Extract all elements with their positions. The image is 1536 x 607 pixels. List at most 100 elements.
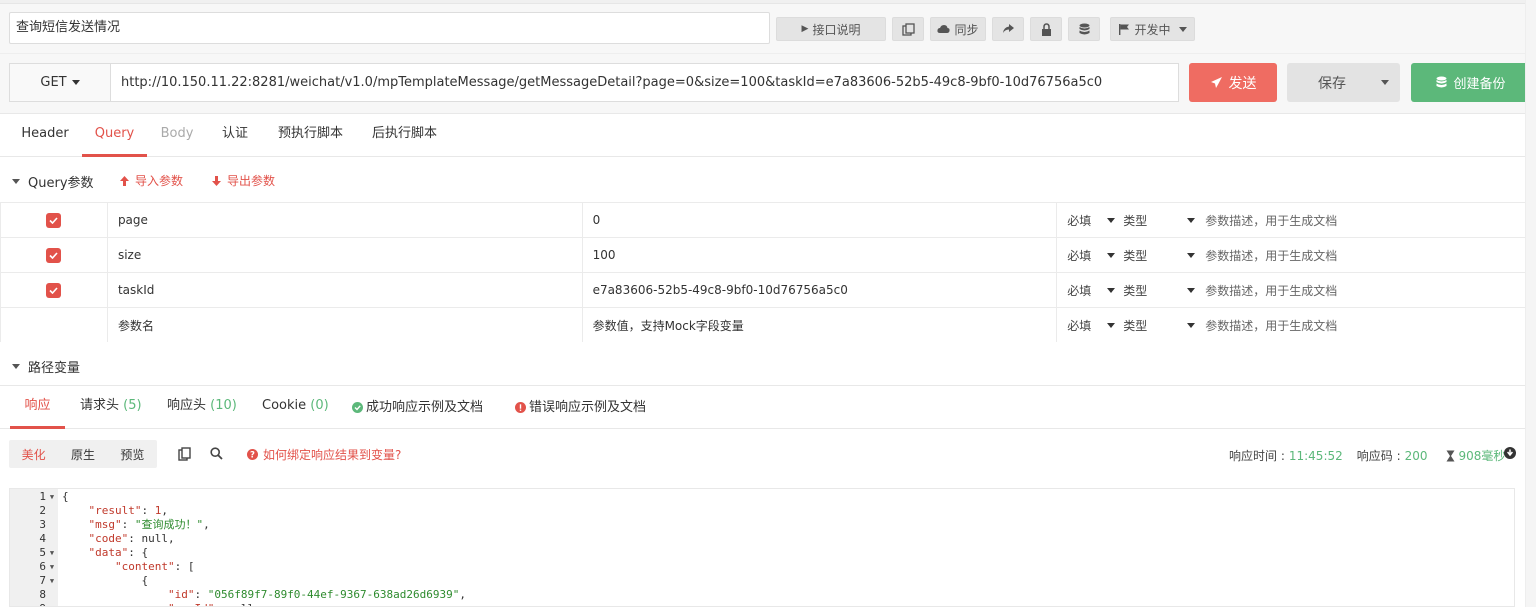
response-code-editor[interactable]: 1 ▼{2 "result": 1, 3 "msg": "查询成功！", 4 "cod… (9, 488, 1515, 607)
code-line: 4 "code": null, (10, 532, 1510, 546)
line-number: 6 (39, 560, 46, 573)
search-response-button[interactable] (210, 447, 223, 464)
code-lines: 1 ▼{2 "result": 1, 3 "msg": "查询成功！", 4 "cod… (10, 490, 1510, 606)
code-line: 6 ▼ "content": [ (10, 560, 1510, 574)
line-number: 4 (39, 532, 46, 545)
method-select[interactable]: GET (9, 63, 111, 102)
response-meta: 响应时间 : 11:45:52 响应码 : 200 908毫秒 (1229, 448, 1506, 464)
check-icon (49, 251, 59, 259)
required-select[interactable]: 必填 (1067, 282, 1107, 299)
response-time: 11:45:52 (1288, 448, 1343, 463)
tab-response-headers[interactable]: 响应头 (10) (167, 386, 237, 429)
code-text: "content": [ (114, 560, 195, 573)
format-raw[interactable]: 原生 (71, 446, 95, 463)
type-select[interactable]: 类型 (1123, 317, 1187, 334)
tab-success-doc[interactable]: 成功响应示例及文档 (352, 386, 483, 429)
api-doc-button[interactable]: ▶ 接口说明 (776, 17, 886, 41)
type-select[interactable]: 类型 (1123, 212, 1187, 229)
tab-request-headers[interactable]: 请求头 (5) (80, 386, 142, 429)
fold-toggle-icon[interactable]: ▼ (46, 574, 58, 588)
param-desc-input[interactable]: 参数描述，用于生成文档 (1205, 317, 1337, 334)
code-text: "msgId": null, (58, 602, 261, 606)
param-name-input[interactable]: page (106, 202, 583, 238)
code-text: { (62, 574, 149, 587)
caret-down-icon (1107, 217, 1116, 223)
param-value-input[interactable]: 参数值，支持Mock字段变量 (581, 307, 1058, 343)
required-select[interactable]: 必填 (1067, 212, 1107, 229)
sync-button[interactable]: 同步 (930, 17, 986, 41)
param-value-input[interactable]: e7a83606-52b5-49c8-9bf0-10d76756a5c0 (581, 272, 1058, 308)
param-name-input[interactable]: taskId (106, 272, 583, 308)
param-desc-input[interactable]: 参数描述，用于生成文档 (1205, 282, 1337, 299)
arrow-down-icon (212, 175, 221, 186)
svg-text:?: ? (250, 451, 255, 460)
checkbox-checked[interactable] (46, 282, 62, 298)
caret-down-icon (12, 179, 20, 184)
checkbox-checked[interactable] (46, 212, 62, 228)
copy-response-button[interactable] (178, 447, 191, 465)
code-line: 8 "id": "056f89f7-89f0-44ef-9367-638ad26… (10, 588, 1510, 602)
param-desc-input[interactable]: 参数描述，用于生成文档 (1205, 212, 1337, 229)
download-response-button[interactable] (1504, 447, 1516, 463)
param-value-input[interactable]: 100 (581, 237, 1058, 273)
tab-auth[interactable]: 认证 (210, 114, 260, 157)
required-select[interactable]: 必填 (1067, 247, 1107, 264)
query-section-toggle[interactable]: Query参数 (12, 172, 94, 191)
create-backup-button[interactable]: 创建备份 (1411, 63, 1531, 102)
tab-error-doc[interactable]: 错误响应示例及文档 (515, 386, 646, 429)
type-select[interactable]: 类型 (1123, 282, 1187, 299)
search-icon (210, 447, 223, 460)
caret-down-icon (1187, 322, 1196, 328)
type-select[interactable]: 类型 (1123, 247, 1187, 264)
share-button[interactable] (992, 17, 1024, 41)
tab-body[interactable]: Body (152, 114, 202, 157)
database-button[interactable] (1068, 17, 1100, 41)
checkbox-checked[interactable] (46, 247, 62, 263)
bind-variable-help-link[interactable]: ? 如何绑定响应结果到变量? (247, 446, 401, 463)
download-circle-icon (1504, 447, 1516, 459)
database-icon (1436, 76, 1447, 88)
send-button[interactable]: 发送 (1189, 63, 1277, 102)
status-dropdown[interactable]: 开发中 (1110, 17, 1195, 41)
fold-toggle-icon[interactable]: ▼ (46, 490, 58, 504)
tab-cookie[interactable]: Cookie (0) (262, 386, 329, 429)
tab-query[interactable]: Query (82, 114, 147, 157)
tab-response[interactable]: 响应 (10, 386, 65, 429)
table-row: size 100 必填 类型 参数描述，用于生成文档 (0, 237, 1536, 273)
api-name-input[interactable]: 查询短信发送情况 (9, 12, 770, 44)
import-params-button[interactable]: 导入参数 (119, 172, 183, 189)
caret-down-icon (1107, 322, 1116, 328)
tab-pre-script[interactable]: 预执行脚本 (268, 114, 353, 157)
format-preview[interactable]: 预览 (120, 446, 144, 463)
export-params-button[interactable]: 导出参数 (211, 172, 275, 189)
tab-header[interactable]: Header (10, 114, 80, 157)
param-name-input[interactable]: 参数名 (106, 307, 583, 343)
arrow-up-icon (120, 175, 129, 186)
paper-plane-icon (1210, 77, 1222, 88)
param-value-input[interactable]: 0 (581, 202, 1058, 238)
required-select[interactable]: 必填 (1067, 317, 1107, 334)
code-line: 7 ▼ { (10, 574, 1510, 588)
line-number: 5 (39, 546, 46, 559)
format-pretty[interactable]: 美化 (22, 446, 46, 463)
caret-down-icon (1187, 217, 1196, 223)
line-number: 3 (39, 518, 46, 531)
param-name-input[interactable]: size (106, 237, 583, 273)
code-line: 2 "result": 1, (10, 504, 1510, 518)
url-input[interactable]: http://10.150.11.22:8281/weichat/v1.0/mp… (110, 63, 1179, 102)
lock-button[interactable] (1030, 17, 1062, 41)
path-variables-toggle[interactable]: 路径变量 (12, 357, 80, 376)
param-desc-input[interactable]: 参数描述，用于生成文档 (1205, 247, 1337, 264)
fold-toggle-icon[interactable]: ▼ (46, 546, 58, 560)
copy-button[interactable] (892, 17, 924, 41)
page-scrollbar[interactable] (1525, 0, 1536, 607)
caret-down-icon[interactable] (1381, 80, 1389, 85)
query-params-table: page 0 必填 类型 参数描述，用于生成文档 size 100 必填 类型 … (0, 202, 1536, 343)
save-button[interactable]: 保存 (1287, 63, 1400, 102)
fold-toggle-icon[interactable]: ▼ (46, 560, 58, 574)
tab-post-script[interactable]: 后执行脚本 (362, 114, 447, 157)
